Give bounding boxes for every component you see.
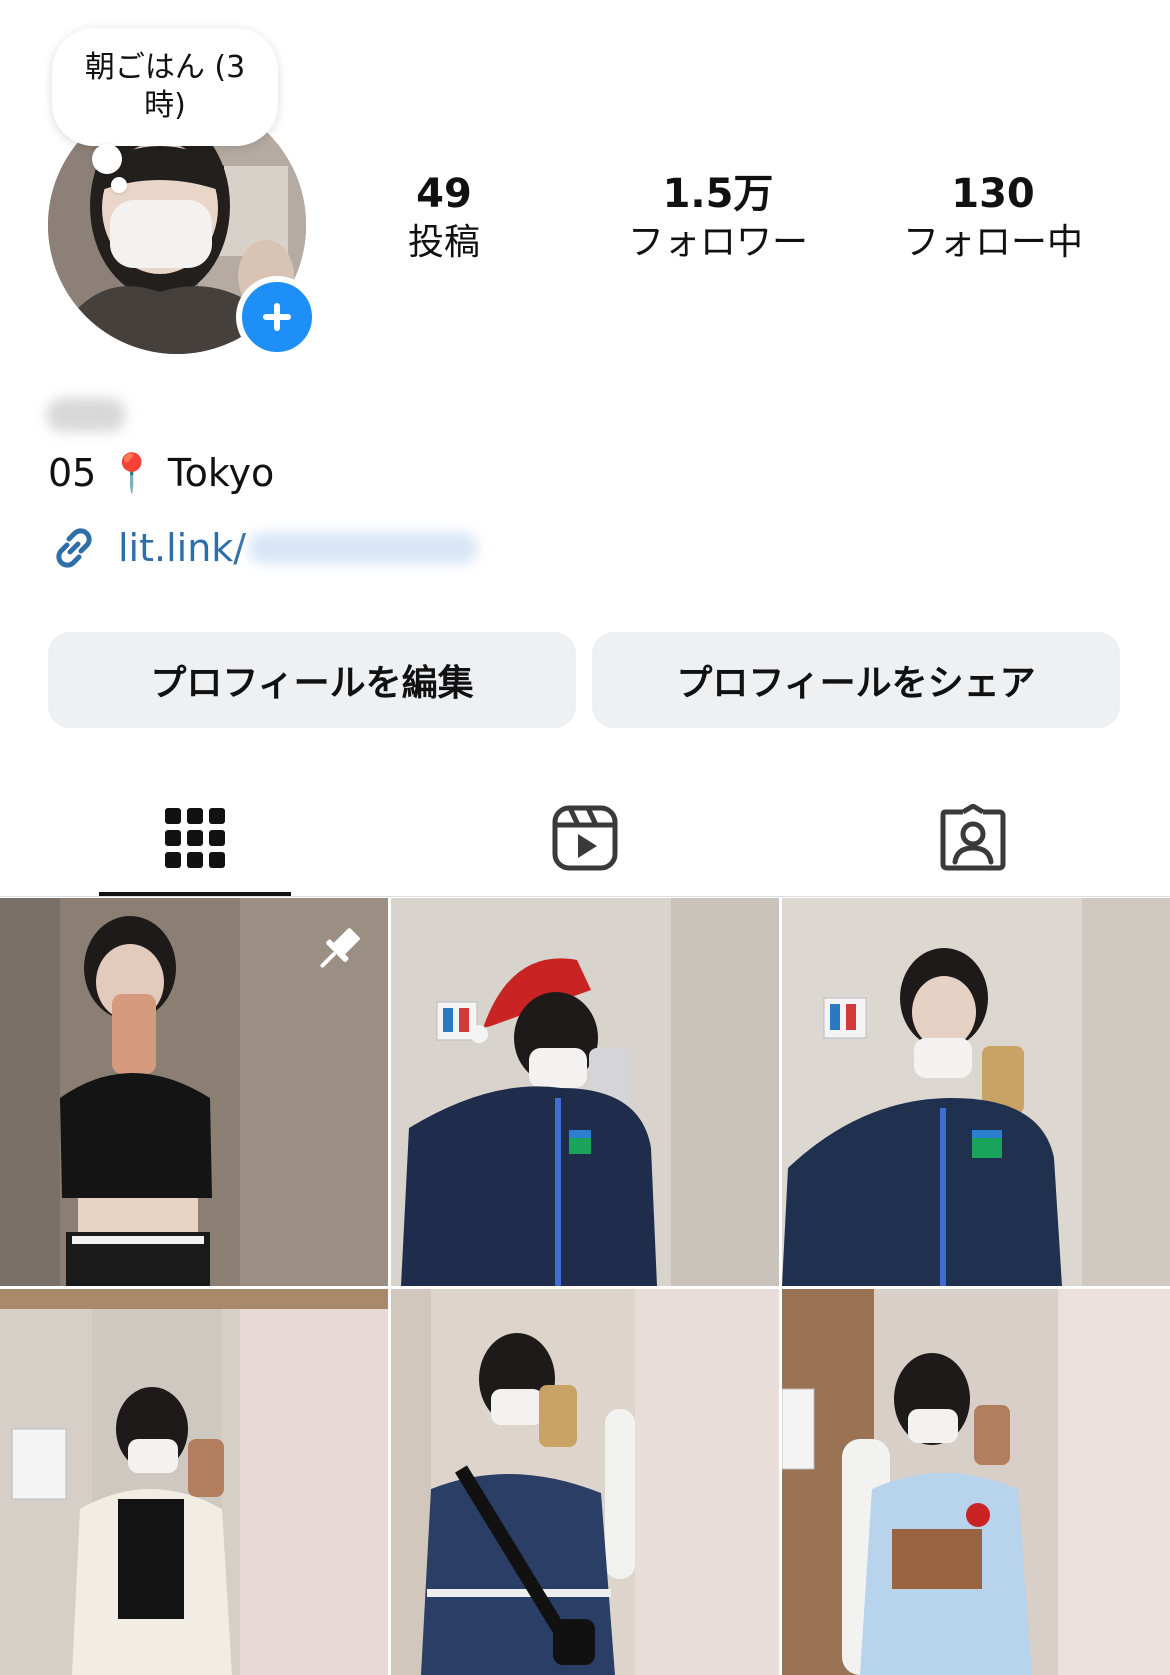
stat-posts[interactable]: 49 投稿	[324, 170, 564, 268]
profile-name-redacted	[46, 398, 126, 432]
post-thumbnail[interactable]	[782, 898, 1170, 1286]
profile-link[interactable]: lit.link/	[48, 520, 479, 576]
post-thumbnail[interactable]	[0, 898, 388, 1286]
posts-count: 49	[416, 171, 472, 217]
profile-bio: 05 📍 Tokyo	[48, 451, 275, 495]
share-profile-button[interactable]: プロフィールをシェア	[592, 632, 1120, 728]
tab-tagged[interactable]	[878, 780, 1068, 896]
post-photo	[0, 1289, 388, 1675]
note-bubble[interactable]: 朝ごはん (3時)	[52, 28, 278, 146]
followers-count: 1.5万	[662, 171, 774, 217]
tab-reels[interactable]	[490, 780, 680, 896]
link-redacted	[248, 532, 479, 564]
stat-followers[interactable]: 1.5万 フォロワー	[598, 170, 838, 268]
edit-profile-button[interactable]: プロフィールを編集	[48, 632, 576, 728]
post-photo	[391, 898, 779, 1286]
tab-posts[interactable]	[99, 780, 291, 896]
add-story-button[interactable]	[236, 276, 318, 358]
following-label: フォロー中	[902, 222, 1083, 263]
post-photo	[782, 1289, 1170, 1675]
note-bubble-tail-small	[111, 177, 127, 193]
post-thumbnail[interactable]	[0, 1289, 388, 1675]
reels-icon	[552, 805, 618, 871]
post-photo	[391, 1289, 779, 1675]
tagged-person-icon	[940, 804, 1006, 871]
link-icon	[56, 528, 92, 568]
posts-label: 投稿	[407, 222, 480, 263]
following-count: 130	[951, 171, 1035, 217]
followers-label: フォロワー	[627, 222, 808, 263]
post-photo	[782, 898, 1170, 1286]
post-thumbnail[interactable]	[782, 1289, 1170, 1675]
plus-icon	[263, 303, 291, 331]
active-tab-indicator	[99, 892, 291, 896]
note-text: 朝ごはん (3時)	[84, 50, 246, 123]
link-text: lit.link/	[118, 526, 247, 570]
pin-icon	[320, 928, 360, 968]
profile-header: 朝ごはん (3時) 49 投稿 1.5万 フォロワー 130 フォロー中	[0, 0, 1170, 370]
post-thumbnail[interactable]	[391, 1289, 779, 1675]
profile-tabs	[0, 780, 1170, 897]
grid-icon	[165, 808, 225, 868]
post-thumbnail[interactable]	[391, 898, 779, 1286]
note-bubble-tail	[92, 144, 122, 174]
stat-following[interactable]: 130 フォロー中	[873, 170, 1113, 268]
posts-grid	[0, 898, 1170, 1675]
